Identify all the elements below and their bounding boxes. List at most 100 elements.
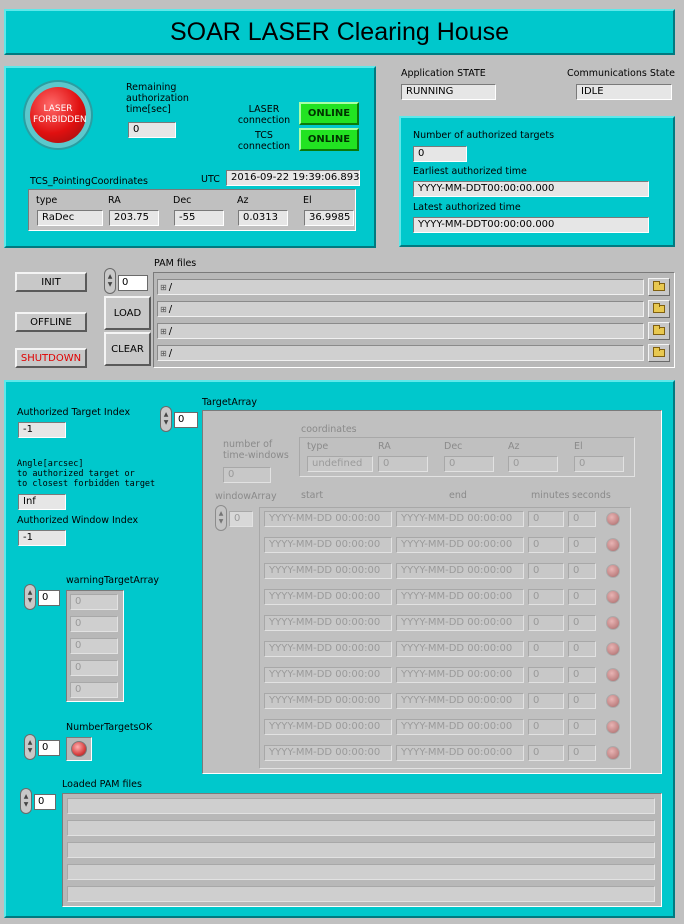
coord-header-dec: Dec [173, 195, 192, 206]
number-ok-led [71, 741, 87, 757]
warning-array-label: warningTargetArray [66, 575, 160, 586]
folder-icon [653, 347, 665, 357]
load-button[interactable]: LOAD [104, 296, 151, 330]
latest-time-label: Latest authorized time [413, 202, 521, 213]
init-button[interactable]: INIT [15, 272, 87, 292]
remaining-value: 0 [128, 122, 176, 138]
number-ok-spinner[interactable]: ▲ ▼ [24, 734, 36, 760]
window-end: YYYY-MM-DD 00:00:00 [396, 563, 524, 579]
target-array-label: TargetArray [202, 397, 257, 408]
window-start: YYYY-MM-DD 00:00:00 [264, 537, 392, 553]
window-array: YYYY-MM-DD 00:00:00 YYYY-MM-DD 00:00:00 0 0… [259, 507, 631, 769]
window-end: YYYY-MM-DD 00:00:00 [396, 589, 524, 605]
pam-path-row-4[interactable]: ⊞ / [157, 345, 644, 361]
window-seconds: 0 [568, 615, 596, 631]
remaining-label: Remaining authorization time[sec] [126, 82, 189, 115]
window-led [606, 564, 620, 578]
pam-path-row-1[interactable]: ⊞ / [157, 279, 644, 295]
target-index-spinner[interactable]: ▲ ▼ [160, 406, 172, 432]
window-header-seconds: seconds [572, 490, 611, 501]
window-index-value[interactable]: 0 [229, 511, 253, 527]
coord-value-ra: 203.75 [109, 210, 159, 226]
warning-index-value[interactable]: 0 [38, 590, 60, 606]
window-minutes: 0 [528, 615, 564, 631]
window-row-8: YYYY-MM-DD 00:00:00 YYYY-MM-DD 00:00:00 0 0 [260, 693, 630, 715]
auth-window-label: Authorized Window Index [17, 515, 139, 526]
target-coord-dec: 0 [444, 456, 494, 472]
target-index-value[interactable]: 0 [174, 412, 198, 428]
target-coord-type: undefined [307, 456, 373, 472]
pam-path-row-2[interactable]: ⊞ / [157, 301, 644, 317]
target-panel: Authorized Target Index -1 Angle[arcsec]… [4, 380, 675, 918]
window-minutes: 0 [528, 693, 564, 709]
window-end: YYYY-MM-DD 00:00:00 [396, 693, 524, 709]
pam-browse-2[interactable] [648, 300, 670, 318]
pam-index-spinner[interactable]: ▲ ▼ [104, 268, 116, 294]
pam-path-row-3[interactable]: ⊞ / [157, 323, 644, 339]
window-led [606, 538, 620, 552]
offline-button[interactable]: OFFLINE [15, 312, 87, 332]
shutdown-button[interactable]: SHUTDOWN [15, 348, 87, 368]
coord-header-ra: RA [108, 195, 121, 206]
window-minutes: 0 [528, 745, 564, 761]
warning-index-spinner[interactable]: ▲ ▼ [24, 584, 36, 610]
comm-state-value: IDLE [576, 84, 672, 100]
window-led [606, 720, 620, 734]
number-ok-led-frame [66, 737, 92, 761]
window-seconds: 0 [568, 719, 596, 735]
pam-browse-3[interactable] [648, 322, 670, 340]
window-header-start: start [301, 490, 324, 501]
coord-value-az: 0.0313 [238, 210, 288, 226]
clear-button[interactable]: CLEAR [104, 332, 151, 366]
title-bar: SOAR LASER Clearing House [4, 9, 675, 55]
loaded-pam-row [67, 886, 655, 902]
pam-paths-array: ⊞ / ⊞ / ⊞ / ⊞ / [153, 272, 675, 368]
window-led [606, 642, 620, 656]
num-targets-value: 0 [413, 146, 467, 162]
warning-item-2: 0 [70, 616, 118, 632]
window-minutes: 0 [528, 511, 564, 527]
window-seconds: 0 [568, 589, 596, 605]
window-row-9: YYYY-MM-DD 00:00:00 YYYY-MM-DD 00:00:00 0 0 [260, 719, 630, 741]
pam-index-value[interactable]: 0 [118, 275, 148, 291]
pam-browse-4[interactable] [648, 344, 670, 362]
window-seconds: 0 [568, 537, 596, 553]
coord-header-el: El [303, 195, 312, 206]
auth-index-value: -1 [18, 422, 66, 438]
pam-path-2: / [168, 303, 173, 315]
target-coord-az: 0 [508, 456, 558, 472]
window-start: YYYY-MM-DD 00:00:00 [264, 745, 392, 761]
coordinates-label: coordinates [301, 424, 357, 435]
window-index-spinner[interactable]: ▲ ▼ [215, 505, 227, 531]
warning-array: 0 0 0 0 0 [66, 590, 124, 702]
window-minutes: 0 [528, 589, 564, 605]
window-row-1: YYYY-MM-DD 00:00:00 YYYY-MM-DD 00:00:00 0 0 [260, 511, 630, 533]
window-start: YYYY-MM-DD 00:00:00 [264, 719, 392, 735]
window-end: YYYY-MM-DD 00:00:00 [396, 719, 524, 735]
window-array-label: windowArray [215, 491, 277, 502]
window-minutes: 0 [528, 667, 564, 683]
laser-connection-status: ONLINE [299, 102, 359, 125]
window-row-5: YYYY-MM-DD 00:00:00 YYYY-MM-DD 00:00:00 0 0 [260, 615, 630, 637]
loaded-pam-index[interactable]: 0 [34, 794, 56, 810]
number-ok-index[interactable]: 0 [38, 740, 60, 756]
pam-browse-1[interactable] [648, 278, 670, 296]
authorization-panel: Number of authorized targets 0 Earliest … [399, 116, 675, 247]
window-row-6: YYYY-MM-DD 00:00:00 YYYY-MM-DD 00:00:00 0 0 [260, 641, 630, 663]
window-seconds: 0 [568, 667, 596, 683]
coord-header-az: Az [237, 195, 249, 206]
app-title: SOAR LASER Clearing House [169, 17, 510, 46]
window-minutes: 0 [528, 641, 564, 657]
window-led [606, 512, 620, 526]
app-state-label: Application STATE [401, 68, 486, 79]
tcs-coordinates-label: TCS_PointingCoordinates [30, 176, 148, 187]
status-panel: LASER FORBIDDEN Remaining authorization … [4, 66, 376, 248]
angle-label: Angle[arcsec] to authorized target or to… [17, 459, 156, 489]
loaded-pam-spinner[interactable]: ▲ ▼ [20, 788, 32, 814]
pam-path-4: / [168, 347, 173, 359]
window-seconds: 0 [568, 745, 596, 761]
tcs-connection-status: ONLINE [299, 128, 359, 151]
pam-path-3: / [168, 325, 173, 337]
window-end: YYYY-MM-DD 00:00:00 [396, 641, 524, 657]
earliest-time-value: YYYY-MM-DDT00:00:00.000 [413, 181, 649, 197]
